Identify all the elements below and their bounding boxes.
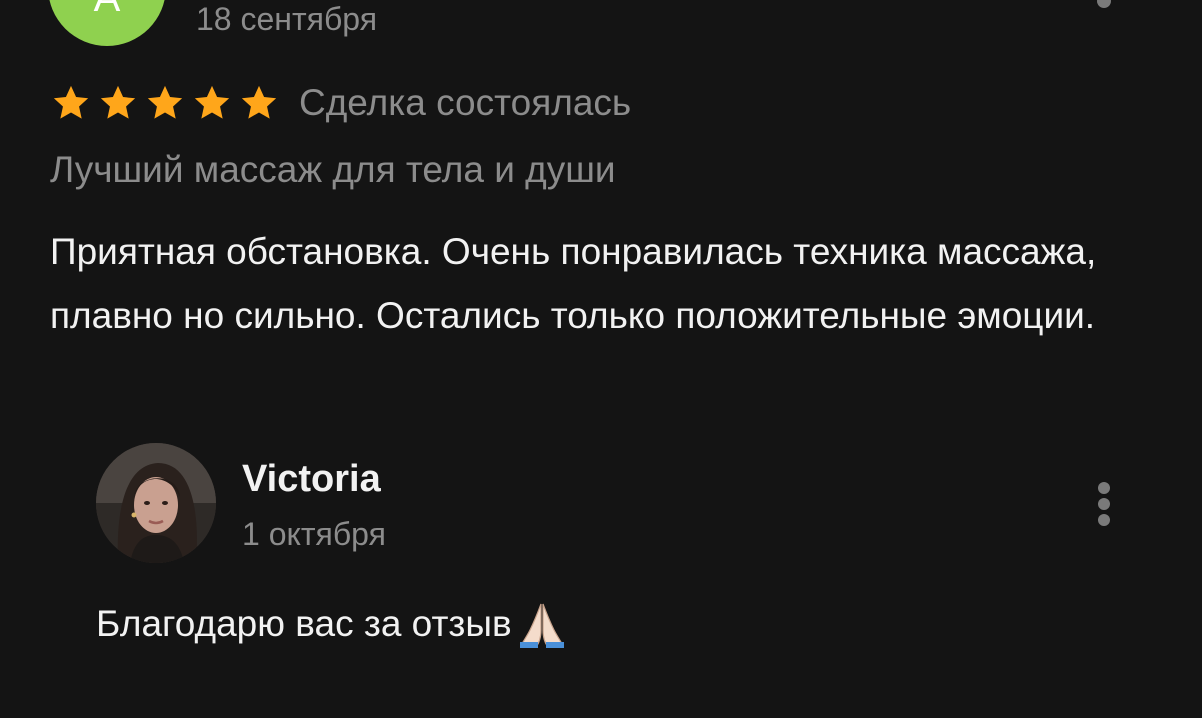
deal-status: Сделка состоялась [299, 82, 632, 123]
more-vertical-icon[interactable] [1096, 482, 1112, 526]
avatar-photo [96, 443, 216, 563]
star-icon [191, 82, 233, 124]
reply-date: 1 октября [242, 516, 386, 552]
star-icon [238, 82, 280, 124]
reply-text: Благодарю вас за отзыв [96, 596, 570, 652]
menu-dot [1098, 514, 1110, 526]
reply-author-avatar[interactable] [96, 443, 216, 563]
review-card: А 18 сентября Сделка состоялась Лучший м… [0, 0, 1202, 718]
star-icon [50, 82, 92, 124]
reply-author-name[interactable]: Victoria [242, 456, 381, 502]
folded-hands-icon [514, 596, 570, 652]
rating-row: Сделка состоялась [50, 80, 631, 126]
reviewer-avatar[interactable]: А [48, 0, 166, 46]
review-text: Приятная обстановка. Очень понравилась т… [50, 231, 1097, 336]
menu-dot [1098, 498, 1110, 510]
menu-dot [1098, 482, 1110, 494]
reviewer-avatar-letter: А [48, 0, 166, 18]
star-rating [50, 82, 285, 124]
review-date: 18 сентября [196, 1, 378, 37]
star-icon [97, 82, 139, 124]
more-vertical-icon[interactable] [1097, 0, 1111, 8]
star-icon [144, 82, 186, 124]
reply-text-content: Благодарю вас за отзыв [96, 603, 512, 644]
service-name: Лучший массаж для тела и души [50, 149, 616, 190]
